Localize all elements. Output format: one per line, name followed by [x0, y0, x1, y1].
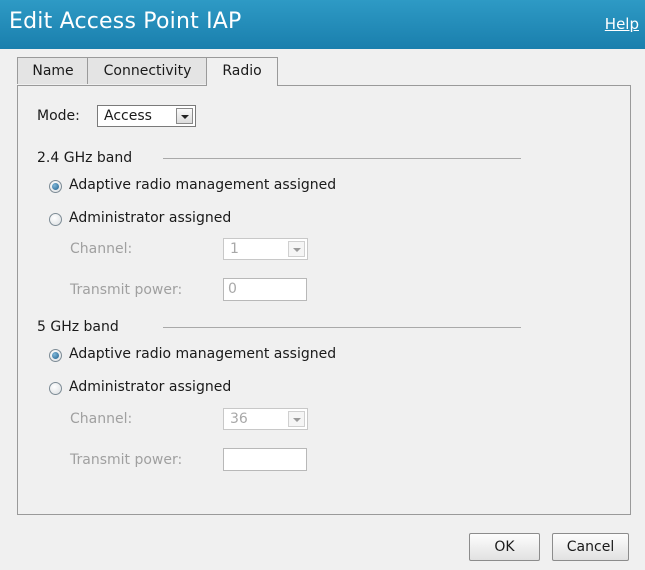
cancel-button[interactable]: Cancel [552, 533, 629, 561]
band-5-arm-label: Adaptive radio management assigned [69, 346, 337, 362]
dialog-titlebar: Edit Access Point IAP Help [0, 0, 645, 49]
band-5-power-label: Transmit power: [70, 452, 183, 468]
band-24-power-input[interactable]: 0 [223, 278, 307, 301]
band-5-admin-label: Administrator assigned [69, 379, 232, 395]
chevron-down-icon [288, 411, 305, 427]
band-5-channel-label: Channel: [70, 411, 133, 427]
dialog-title: Edit Access Point IAP [9, 9, 242, 34]
band-5-channel-value: 36 [230, 411, 248, 427]
band-24-channel-value: 1 [230, 241, 239, 257]
mode-select[interactable]: Access [97, 105, 196, 127]
band-24-divider [163, 158, 521, 159]
band-24-arm-label: Adaptive radio management assigned [69, 177, 337, 193]
tab-name[interactable]: Name [17, 57, 89, 84]
chevron-down-icon [288, 241, 305, 257]
ok-button[interactable]: OK [469, 533, 540, 561]
band-5-divider [163, 327, 521, 328]
mode-select-value: Access [104, 108, 152, 124]
chevron-down-icon [176, 108, 193, 124]
tab-radio[interactable]: Radio [206, 57, 278, 86]
band-24-title: 2.4 GHz band [37, 150, 133, 166]
band-24-arm-radio[interactable] [49, 180, 62, 193]
band-24-admin-radio[interactable] [49, 213, 62, 226]
band-24-admin-label: Administrator assigned [69, 210, 232, 226]
band-5-admin-radio[interactable] [49, 382, 62, 395]
band-24-power-label: Transmit power: [70, 282, 183, 298]
tab-connectivity[interactable]: Connectivity [87, 57, 208, 84]
band-24-channel-label: Channel: [70, 241, 133, 257]
band-5-title: 5 GHz band [37, 319, 119, 335]
band-5-arm-radio[interactable] [49, 349, 62, 362]
mode-label: Mode: [37, 108, 80, 124]
help-link[interactable]: Help [605, 15, 639, 33]
band-24-channel-select[interactable]: 1 [223, 238, 308, 260]
band-5-channel-select[interactable]: 36 [223, 408, 308, 430]
radio-tab-panel: Mode: Access 2.4 GHz band Adaptive radio… [17, 85, 631, 515]
band-5-power-input[interactable] [223, 448, 307, 471]
